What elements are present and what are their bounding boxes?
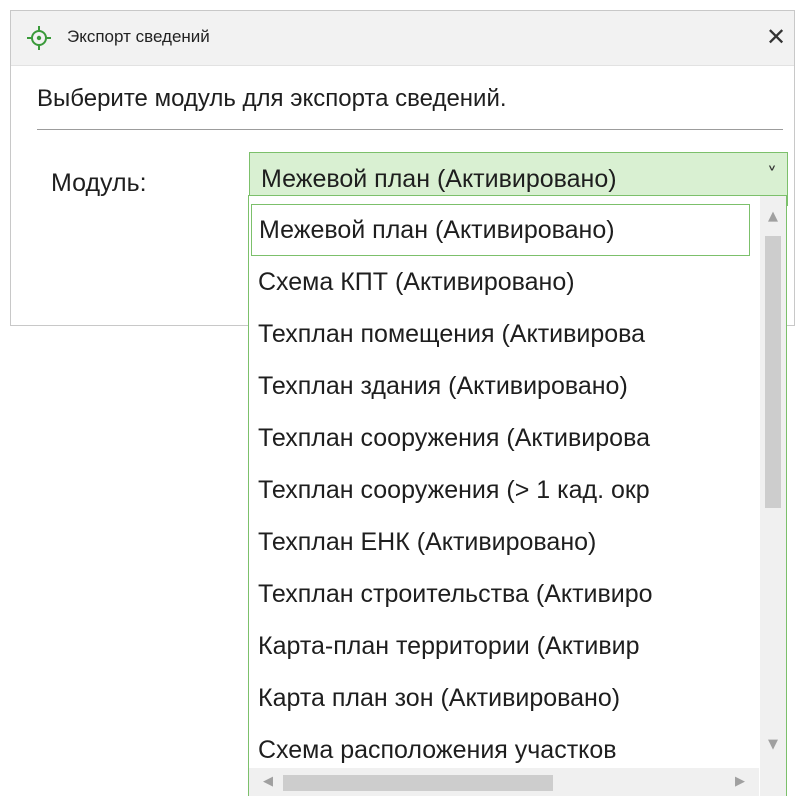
module-dropdown-list: Межевой план (Активировано) Схема КПТ (А…	[248, 195, 787, 796]
dropdown-item[interactable]: Карта план зон (Активировано)	[251, 672, 759, 724]
dropdown-item[interactable]: Техплан сооружения (> 1 кад. окр	[251, 464, 759, 516]
dropdown-item[interactable]: Техплан помещения (Активирова	[251, 308, 759, 360]
crosshair-target-icon	[27, 26, 51, 50]
divider	[37, 129, 783, 130]
scroll-left-arrow-icon[interactable]: ◀	[255, 768, 281, 796]
dropdown-items: Межевой план (Активировано) Схема КПТ (А…	[249, 204, 759, 776]
vertical-scroll-thumb[interactable]	[765, 236, 781, 508]
window-title: Экспорт сведений	[67, 27, 210, 46]
close-icon[interactable]: ✕	[762, 23, 790, 51]
dropdown-item[interactable]: Межевой план (Активировано)	[251, 204, 750, 256]
scroll-right-arrow-icon[interactable]: ▶	[727, 768, 753, 796]
scroll-up-arrow-icon[interactable]: ▲	[760, 204, 786, 230]
title-bar: Экспорт сведений ✕	[11, 11, 794, 66]
chevron-down-icon[interactable]: ˅	[767, 163, 777, 187]
dropdown-item[interactable]: Техплан здания (Активировано)	[251, 360, 759, 412]
dropdown-item[interactable]: Карта-план территории (Активир	[251, 620, 759, 672]
module-label: Модуль:	[51, 169, 147, 197]
dropdown-item[interactable]: Техплан строительства (Активиро	[251, 568, 759, 620]
horizontal-scrollbar[interactable]: ◀ ▶	[249, 768, 759, 796]
dropdown-item[interactable]: Техплан сооружения (Активирова	[251, 412, 759, 464]
scrollbar-corner	[760, 768, 786, 796]
dropdown-item[interactable]: Схема КПТ (Активировано)	[251, 256, 759, 308]
vertical-scrollbar[interactable]: ▲ ▼	[760, 196, 786, 768]
instruction-text: Выберите модуль для экспорта сведений.	[37, 85, 507, 112]
dropdown-item[interactable]: Техплан ЕНК (Активировано)	[251, 516, 759, 568]
module-select-value: Межевой план (Активировано)	[261, 165, 617, 193]
scroll-down-arrow-icon[interactable]: ▼	[760, 732, 786, 758]
horizontal-scroll-thumb[interactable]	[283, 775, 553, 791]
